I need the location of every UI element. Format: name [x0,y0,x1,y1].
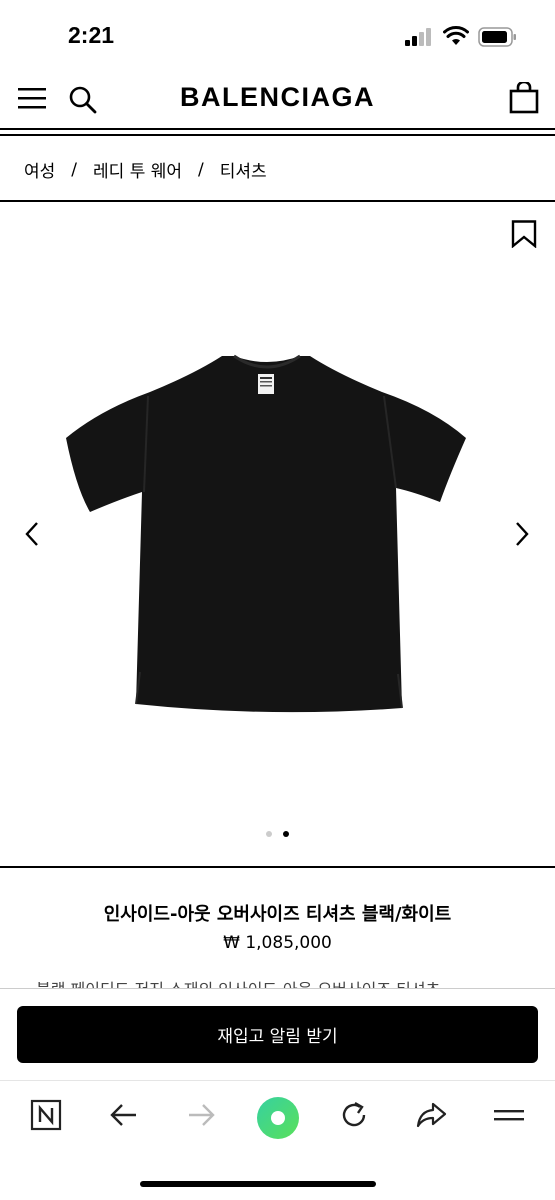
green-dot-icon[interactable] [256,1096,300,1140]
back-arrow-icon[interactable] [108,1099,140,1131]
breadcrumb-item-women[interactable]: 여성 [24,157,55,182]
shopping-bag-icon[interactable] [509,82,539,114]
gallery-dot-active[interactable] [283,831,289,837]
product-title: 인사이드-아웃 오버사이즈 티셔츠 블랙/화이트 [103,904,452,925]
gallery-divider [0,866,555,868]
gallery-pagination [0,831,555,837]
sticky-footer-divider [0,988,555,989]
next-image-arrow-icon[interactable] [512,520,532,548]
status-bar: 2:21 [0,0,555,70]
signal-icon [405,28,431,46]
battery-icon [478,27,516,47]
previous-image-arrow-icon[interactable] [22,520,42,548]
header-divider-second [0,134,555,136]
bookmark-icon[interactable] [511,220,537,248]
product-description-peek: 블랙 페이디드 저지 소재의 인사이드-아웃 오버사이즈 티셔츠 [36,978,526,988]
breadcrumb-item-tshirts[interactable]: 티셔츠 [220,157,267,182]
wifi-icon [443,26,469,45]
restock-notify-button[interactable]: 재입고 알림 받기 [17,1006,538,1063]
home-indicator[interactable] [140,1181,376,1187]
breadcrumb-separator: / [198,159,204,180]
site-header: BALENCIAGA [0,70,555,128]
naver-icon[interactable] [30,1099,62,1131]
forward-arrow-icon[interactable] [185,1099,217,1131]
brand-logo[interactable]: BALENCIAGA [0,82,555,113]
share-icon[interactable] [415,1099,447,1131]
product-image-gallery[interactable] [0,202,555,866]
breadcrumb-item-ready-to-wear[interactable]: 레디 투 웨어 [93,157,182,182]
breadcrumb: 여성 / 레디 투 웨어 / 티셔츠 [24,157,267,183]
product-price: ₩ 1,085,000 [223,933,332,953]
breadcrumb-separator: / [71,159,78,180]
gallery-dot[interactable] [266,831,272,837]
menu-icon[interactable] [492,1099,526,1131]
status-time: 2:21 [68,22,115,48]
refresh-icon[interactable] [338,1099,370,1131]
product-image-tshirt [66,354,466,713]
header-divider [0,128,555,130]
